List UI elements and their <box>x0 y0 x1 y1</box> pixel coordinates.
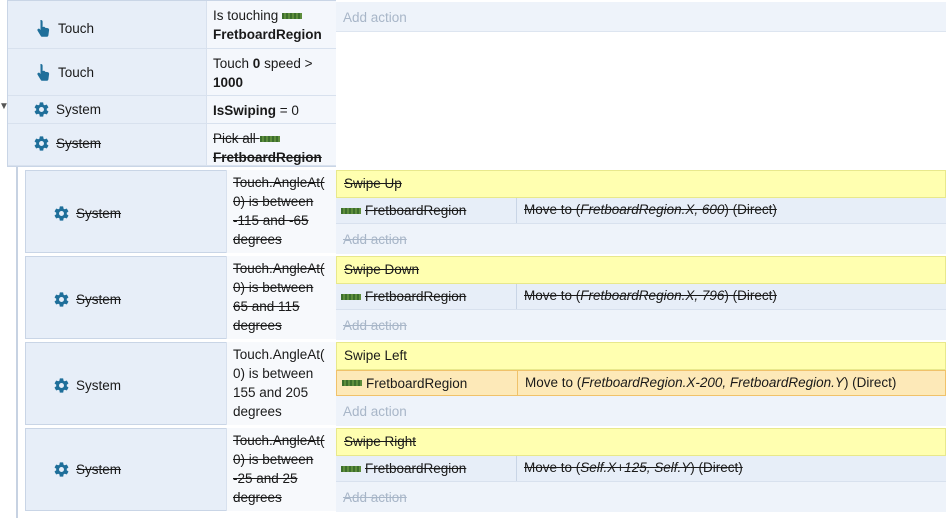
condition-params-angle[interactable]: Touch.AngleAt( 0) is between -115 and -6… <box>226 170 336 253</box>
subevent-swipe-left[interactable]: System Touch.AngleAt( 0) is between 155 … <box>25 342 946 426</box>
add-action-link[interactable]: Add action <box>336 396 946 426</box>
param-object-name: FretboardRegion <box>213 27 322 42</box>
subevent-connector <box>16 167 18 518</box>
action-text: Move to ( <box>524 460 581 475</box>
subevent-condition-block[interactable]: System <box>25 428 227 511</box>
param-object-name: FretboardRegion <box>213 150 322 165</box>
action-text-cell[interactable]: Move to (FretboardRegion.X, 796) (Direct… <box>516 284 946 309</box>
condition-params-speed[interactable]: Touch 0 speed > 1000 <box>206 49 336 96</box>
condition-params-angle[interactable]: Touch.AngleAt( 0) is between 65 and 115 … <box>226 256 336 339</box>
action-text: ) (Direct) <box>843 375 897 390</box>
condition-object-label: System <box>76 291 122 307</box>
action-text-cell[interactable]: Move to (FretboardRegion.X, 600) (Direct… <box>516 198 946 223</box>
param-touch-index: 0 <box>252 56 261 71</box>
fretboard-object-icon <box>342 380 362 386</box>
comment-row[interactable]: Swipe Left <box>336 342 946 370</box>
action-text: ) (Direct) <box>724 202 777 217</box>
condition-object-label: System <box>76 377 122 393</box>
gear-icon <box>52 204 70 222</box>
gear-icon <box>52 376 70 394</box>
add-action-link[interactable]: Add action <box>336 310 946 340</box>
subevent-swipe-up[interactable]: System Touch.AngleAt( 0) is between -115… <box>25 170 946 254</box>
condition-object-label: Touch <box>58 20 95 36</box>
comment-row[interactable]: Swipe Down <box>336 256 946 284</box>
action-row-selected[interactable]: FretboardRegion Move to (FretboardRegion… <box>336 370 946 396</box>
action-text: Move to ( <box>524 202 581 217</box>
param-text: Pick all <box>213 131 256 146</box>
hand-pointer-icon <box>34 63 52 81</box>
hand-pointer-icon <box>34 19 52 37</box>
condition-params-angle[interactable]: Touch.AngleAt( 0) is between -25 and 25 … <box>226 428 336 511</box>
subevent-condition-block[interactable]: System <box>25 342 227 425</box>
fretboard-object-icon <box>341 207 361 214</box>
param-speed-value: 1000 <box>213 75 244 90</box>
condition-object-label: Touch <box>58 64 95 80</box>
action-object-cell[interactable]: FretboardRegion <box>336 284 516 309</box>
action-text-cell[interactable]: Move to (Self.X+125, Self.Y) (Direct) <box>516 456 946 481</box>
action-text: ) (Direct) <box>724 288 777 303</box>
condition-object-label: System <box>56 101 102 117</box>
condition-touch-2[interactable]: Touch <box>8 49 207 96</box>
action-row[interactable]: FretboardRegion Move to (Self.X+125, Sel… <box>336 456 946 482</box>
action-text: Move to ( <box>524 288 581 303</box>
condition-params-angle[interactable]: Touch.AngleAt( 0) is between 155 and 205… <box>226 342 336 425</box>
gear-icon <box>52 290 70 308</box>
fretboard-object-icon <box>282 13 303 20</box>
action-expression: Self.X+125, Self.Y <box>580 460 691 475</box>
param-variable-name: IsSwiping <box>213 103 277 118</box>
condition-object-label: System <box>76 461 122 477</box>
condition-params-pickall[interactable]: Pick all FretboardRegion <box>206 124 336 166</box>
action-row[interactable]: FretboardRegion Move to (FretboardRegion… <box>336 284 946 310</box>
comment-row[interactable]: Swipe Up <box>336 170 946 198</box>
parent-event-block[interactable]: ▼ Touch Is touching FretboardRegion Touc… <box>0 0 946 167</box>
action-expression: FretboardRegion.X-200, FretboardRegion.Y <box>581 375 844 390</box>
param-text: = 0 <box>279 103 299 118</box>
add-action-link[interactable]: Add action <box>336 2 946 32</box>
action-object-label: FretboardRegion <box>365 461 467 476</box>
action-object-cell[interactable]: FretboardRegion <box>337 371 517 395</box>
gear-icon <box>52 460 70 478</box>
fretboard-object-icon <box>259 136 280 143</box>
subevent-condition-block[interactable]: System <box>25 256 227 339</box>
action-row[interactable]: FretboardRegion Move to (FretboardRegion… <box>336 198 946 224</box>
param-text: speed > <box>264 56 313 71</box>
condition-touch-1[interactable]: Touch <box>8 1 207 49</box>
condition-params-touching[interactable]: Is touching FretboardRegion <box>206 1 336 49</box>
action-object-label: FretboardRegion <box>365 203 467 218</box>
gear-icon <box>32 100 50 118</box>
condition-params-isswiping[interactable]: IsSwiping = 0 <box>206 96 336 124</box>
action-object-label: FretboardRegion <box>366 375 468 391</box>
condition-object-label: System <box>56 135 102 151</box>
subevent-swipe-down[interactable]: System Touch.AngleAt( 0) is between 65 a… <box>25 256 946 340</box>
action-text: ) (Direct) <box>690 460 743 475</box>
condition-object-label: System <box>76 205 122 221</box>
add-action-link[interactable]: Add action <box>336 224 946 254</box>
action-object-label: FretboardRegion <box>365 289 467 304</box>
action-text: Move to ( <box>525 375 582 390</box>
action-expression: FretboardRegion.X, 600 <box>580 202 725 217</box>
fretboard-object-icon <box>341 465 361 472</box>
comment-row[interactable]: Swipe Right <box>336 428 946 456</box>
action-object-cell[interactable]: FretboardRegion <box>336 198 516 223</box>
condition-system-1[interactable]: System <box>8 96 207 124</box>
param-text: Is touching <box>213 8 279 23</box>
action-expression: FretboardRegion.X, 796 <box>580 288 725 303</box>
param-text: Touch <box>213 56 250 71</box>
condition-system-2[interactable]: System <box>8 124 207 166</box>
action-text-cell[interactable]: Move to (FretboardRegion.X-200, Fretboar… <box>517 371 945 395</box>
subevent-swipe-right[interactable]: System Touch.AngleAt( 0) is between -25 … <box>25 428 946 512</box>
gear-icon <box>32 134 50 152</box>
action-object-cell[interactable]: FretboardRegion <box>336 456 516 481</box>
fretboard-object-icon <box>341 293 361 300</box>
subevent-condition-block[interactable]: System <box>25 170 227 253</box>
add-action-link[interactable]: Add action <box>336 482 946 512</box>
